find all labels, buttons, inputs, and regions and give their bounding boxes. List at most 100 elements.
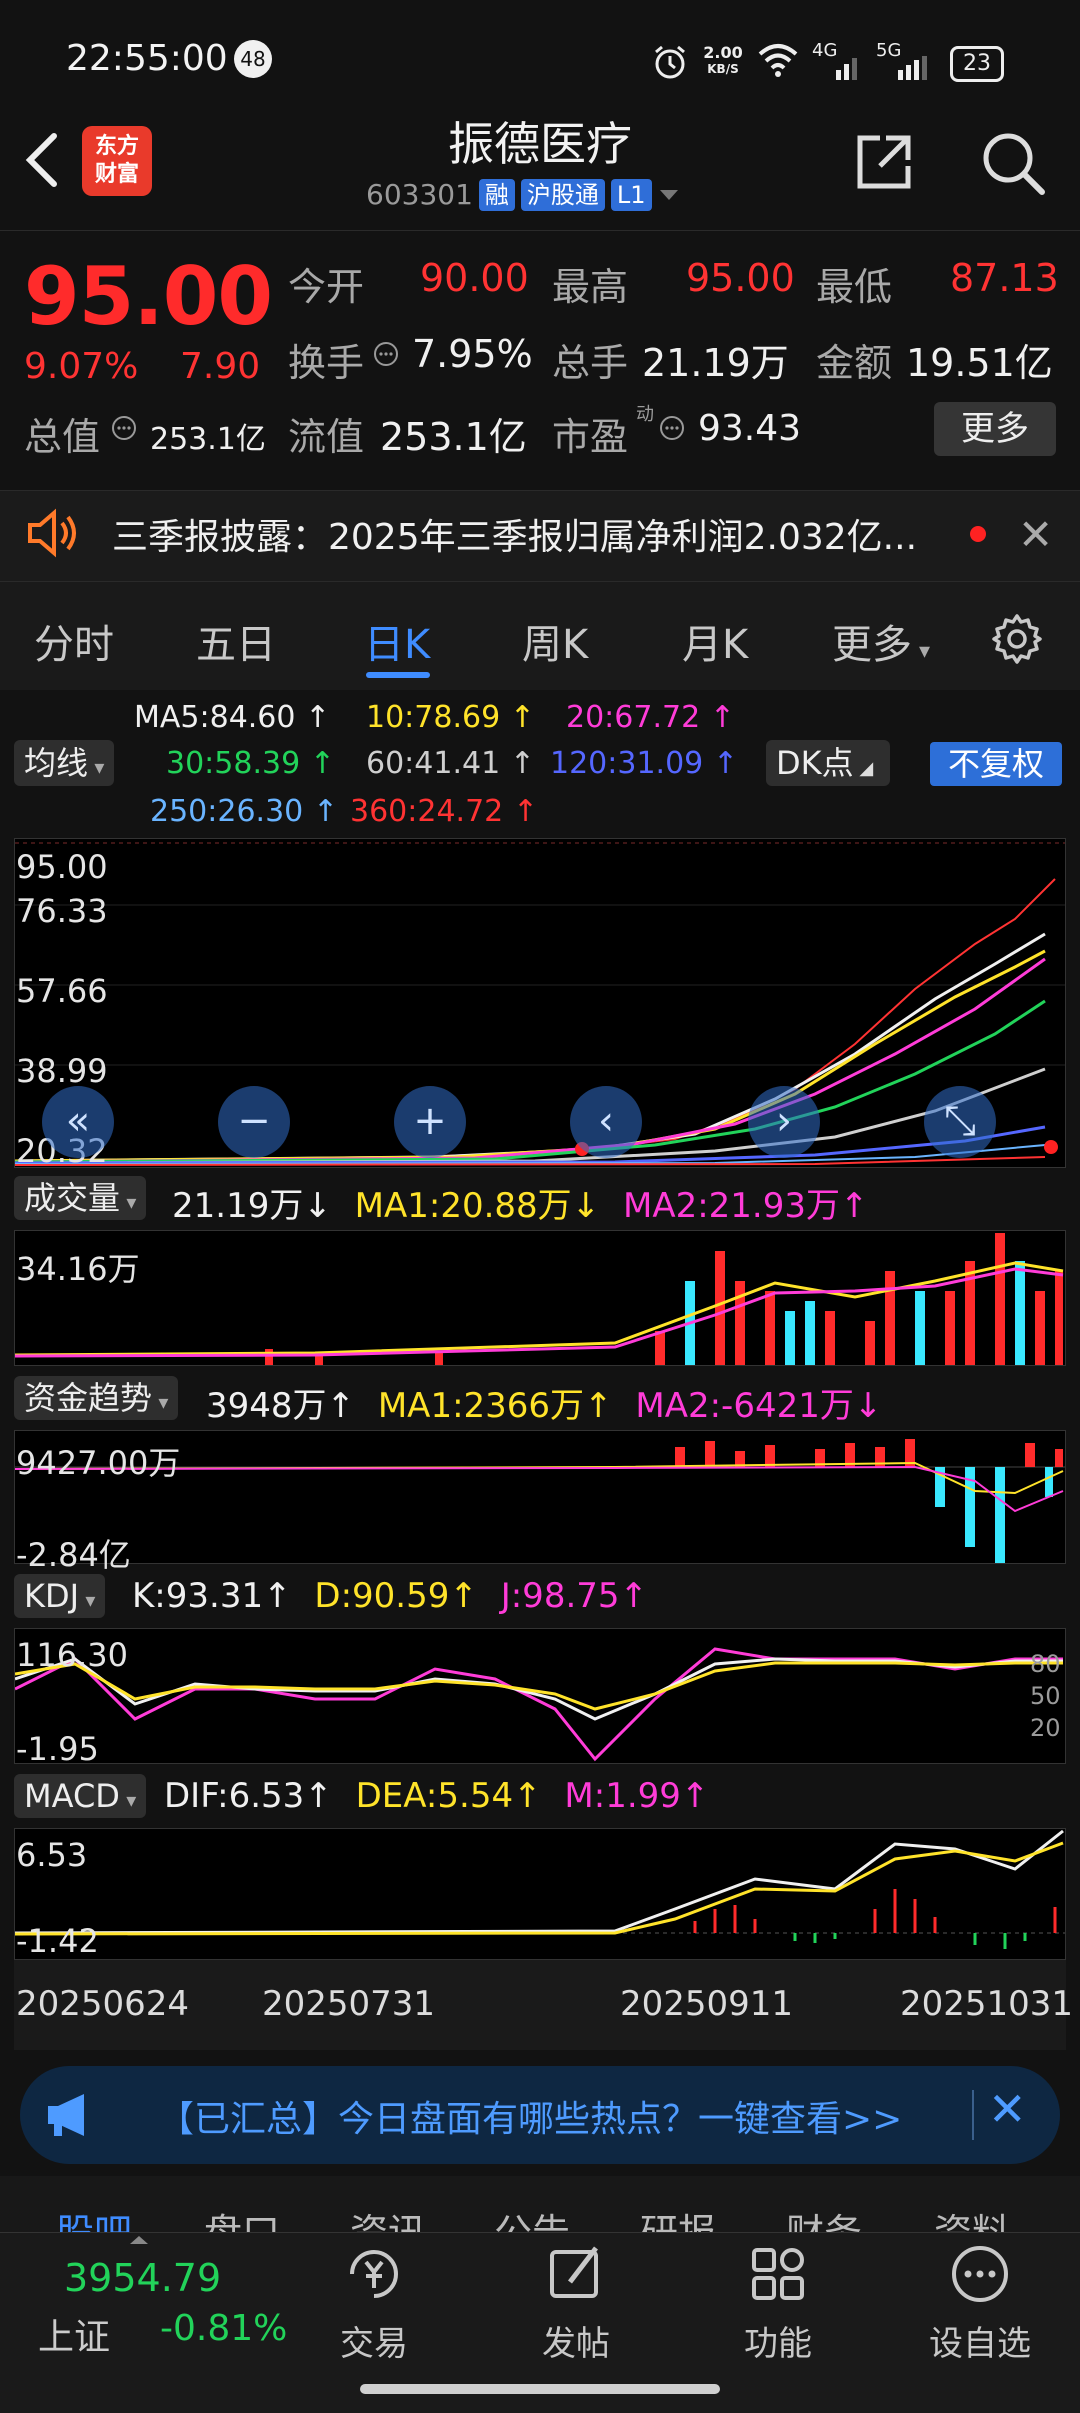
- banner-divider: [972, 2090, 974, 2140]
- megaphone-icon: [48, 2094, 84, 2136]
- more-dots-icon: [952, 2246, 1008, 2302]
- nav-post[interactable]: 发帖: [496, 2238, 656, 2398]
- stock-name: 振德医疗: [448, 117, 632, 171]
- level1-tag: L1: [610, 178, 652, 211]
- index-value[interactable]: 3954.79: [64, 2256, 221, 2300]
- macd-dif-line: [14, 1829, 1064, 1935]
- search-icon[interactable]: [978, 128, 1048, 198]
- kdj-drawing: [14, 1647, 1063, 1762]
- volume-indicator-dropdown[interactable]: 成交量 ▾: [14, 1176, 147, 1220]
- kdj-chart[interactable]: [14, 1628, 1066, 1764]
- home-indicator[interactable]: [360, 2384, 720, 2394]
- macd-chart[interactable]: [14, 1828, 1066, 1960]
- tab-five-day[interactable]: 五日: [196, 612, 276, 670]
- no-adjust-button[interactable]: 不复权: [930, 742, 1062, 786]
- tab-daily-k[interactable]: 日K: [364, 612, 430, 670]
- wifi-icon: [758, 44, 798, 77]
- float-cap-label: 流值: [288, 415, 365, 459]
- battery-level: 23: [950, 46, 1004, 82]
- nav-functions[interactable]: 功能: [698, 2238, 858, 2398]
- macd-axis-bottom: -1.42: [16, 1922, 99, 1960]
- active-tab-indicator: [366, 672, 430, 678]
- ma20-line: [14, 957, 1046, 1164]
- high-label: 最高: [552, 265, 629, 309]
- macd-dropdown[interactable]: MACD ▾: [14, 1774, 147, 1818]
- news-headline[interactable]: 三季报披露：2025年三季报归属净利润2.032亿...: [112, 508, 917, 560]
- volume-drawing: [14, 1233, 1064, 1365]
- low-label: 最低: [816, 265, 893, 309]
- unread-dot: [970, 526, 986, 542]
- kdj-legend: K:93.31↑ D:90.59↑ J:98.75↑: [132, 1576, 649, 1616]
- price-axis-label: 76.33: [16, 892, 108, 930]
- volume-value: 21.19万: [642, 341, 789, 385]
- turnover-value: 7.95%: [412, 332, 533, 376]
- fund-trend-dropdown[interactable]: 资金趋势 ▾: [14, 1376, 179, 1420]
- ma30-legend: 30:58.39 ↑: [166, 746, 335, 781]
- alarm-icon: [655, 45, 685, 79]
- current-price: 95.00: [24, 250, 273, 343]
- index-name[interactable]: 上证: [38, 2308, 110, 2360]
- macd-axis-top: 6.53: [16, 1836, 88, 1874]
- kdj-axis-top: 116.30: [16, 1636, 128, 1674]
- banner-text[interactable]: 【已汇总】今日盘面有哪些热点？一键查看>>: [158, 2090, 902, 2142]
- more-quote-button[interactable]: 更多: [934, 402, 1056, 456]
- share-icon[interactable]: [852, 130, 916, 194]
- stock-code: 603301: [366, 178, 473, 211]
- kline-chart[interactable]: [14, 838, 1066, 1168]
- macd-drawing: [14, 1829, 1065, 1949]
- date-label: 20250911: [620, 1984, 794, 2024]
- nav-post-label: 发帖: [542, 2324, 610, 2364]
- kdj-axis-bottom: -1.95: [16, 1730, 99, 1768]
- notification-count-badge: 48: [234, 40, 272, 78]
- ma5-legend: MA5:84.60 ↑: [134, 700, 331, 735]
- signal-4g-icon: [836, 58, 857, 80]
- gear-icon[interactable]: [990, 612, 1044, 666]
- tab-intraday[interactable]: 分时: [34, 612, 114, 670]
- date-label: 20250731: [262, 1984, 436, 2024]
- nav-add-watchlist-label: 设自选: [929, 2324, 1031, 2364]
- scroll-left-button[interactable]: ‹: [570, 1086, 642, 1158]
- tab-more[interactable]: 更多 ▾: [832, 612, 930, 670]
- ma-selector-dropdown[interactable]: 均线 ▾: [14, 740, 115, 786]
- zoom-out-button[interactable]: −: [218, 1086, 290, 1158]
- signal-5g-icon: [898, 56, 927, 80]
- nav-functions-label: 功能: [744, 2324, 812, 2364]
- nav-add-watchlist[interactable]: 设自选: [900, 2238, 1060, 2398]
- info-icon[interactable]: [372, 340, 400, 368]
- tab-monthly-k[interactable]: 月K: [682, 612, 748, 670]
- kdj-level-50: 50: [1030, 1682, 1061, 1710]
- kdj-dropdown[interactable]: KDJ ▾: [14, 1574, 106, 1618]
- header-divider: [0, 230, 1080, 231]
- dk-point-dropdown[interactable]: DK点 ◢: [766, 740, 890, 786]
- price-axis-label: 38.99: [16, 1052, 108, 1090]
- tab-weekly-k[interactable]: 周K: [522, 612, 588, 670]
- info-icon[interactable]: [110, 414, 138, 442]
- kdj-j-line: [14, 1647, 1063, 1762]
- ma250-legend: 250:26.30 ↑: [150, 794, 338, 829]
- change-amount: 7.90: [180, 346, 261, 387]
- nav-trade[interactable]: 交易: [294, 2238, 454, 2398]
- clock: 22:55:00: [66, 38, 228, 79]
- ma20-legend: 20:67.72 ↑: [566, 700, 735, 735]
- open-value: 90.00: [420, 256, 529, 300]
- pe-dynamic-sup: 动: [636, 404, 654, 425]
- price-axis-label: 95.00: [16, 848, 108, 886]
- scroll-right-button[interactable]: ›: [748, 1086, 820, 1158]
- ma30-line: [14, 999, 1046, 1164]
- stock-connect-tag: 沪股通: [520, 178, 605, 211]
- info-icon[interactable]: [658, 414, 686, 442]
- high-value: 95.00: [686, 256, 795, 300]
- scroll-left-fast-button[interactable]: «: [42, 1086, 114, 1158]
- fullscreen-icon[interactable]: ⤡: [924, 1086, 996, 1158]
- network-speed: 2.00 KB/S: [703, 43, 743, 76]
- fund-trend-legend: 3948万↑ MA1:2366万↑ MA2:-6421万↓: [206, 1386, 883, 1426]
- amount-label: 金额: [816, 341, 893, 385]
- close-icon[interactable]: ✕: [1018, 510, 1053, 559]
- volume-chart[interactable]: [14, 1230, 1066, 1366]
- open-label: 今开: [288, 265, 365, 309]
- stock-code-line[interactable]: 603301 融 沪股通 L1: [366, 178, 680, 211]
- speaker-icon: [28, 508, 76, 558]
- index-change[interactable]: -0.81%: [160, 2308, 287, 2349]
- close-icon[interactable]: ✕: [988, 2082, 1027, 2136]
- zoom-in-button[interactable]: +: [394, 1086, 466, 1158]
